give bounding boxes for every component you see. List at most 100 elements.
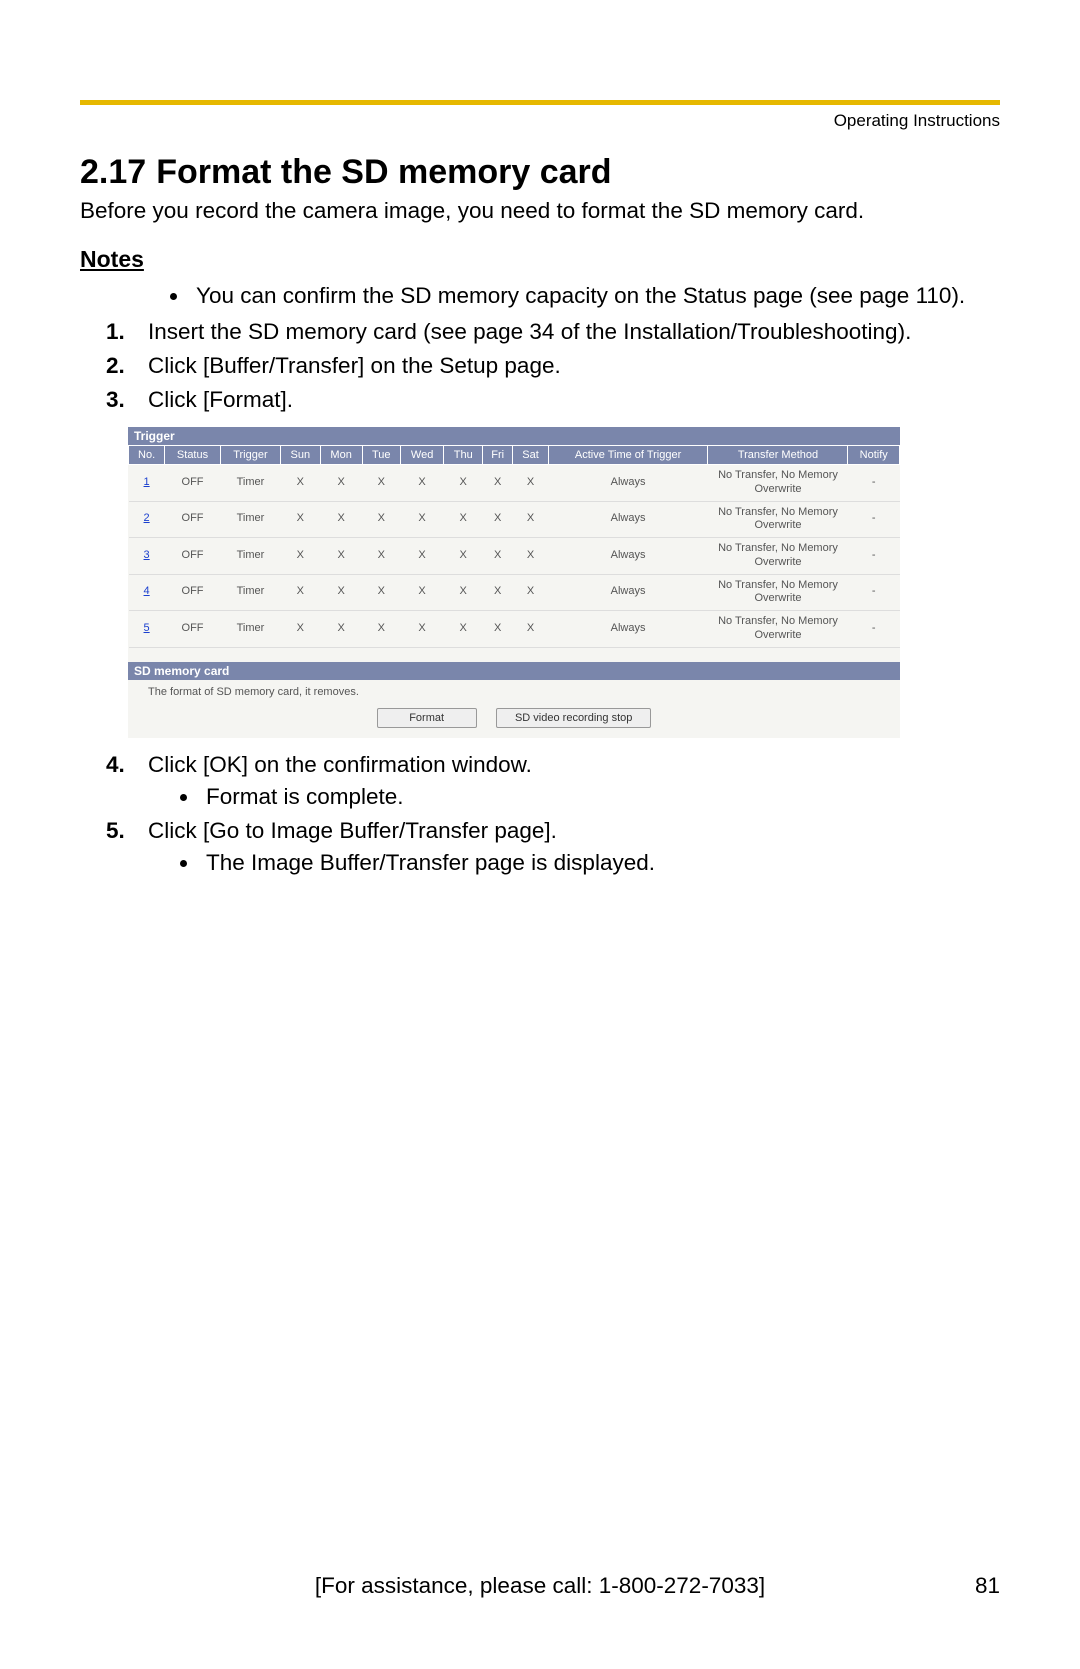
cell-status: OFF [165,465,221,502]
col-no: No. [129,446,165,465]
col-mon: Mon [320,446,362,465]
cell-day: X [513,574,548,611]
cell-status: OFF [165,538,221,575]
cell-day: X [483,611,513,648]
trigger-link[interactable]: 2 [144,512,150,524]
steps-list: Insert the SD memory card (see page 34 o… [80,319,1000,413]
cell-day: X [513,538,548,575]
col-trigger: Trigger [220,446,280,465]
cell-no: 2 [129,501,165,538]
cell-trigger: Timer [220,501,280,538]
cell-day: X [513,611,548,648]
cell-day: X [281,574,321,611]
steps-list-cont: Click [OK] on the confirmation window. F… [80,752,1000,876]
cell-day: X [400,501,444,538]
embedded-ui: Trigger No. Status Trigger Sun Mon Tue W… [128,427,900,738]
step-sub: The Image Buffer/Transfer page is displa… [200,850,1000,876]
cell-day: X [444,538,483,575]
cell-day: X [320,538,362,575]
step-text: Click [Format]. [148,387,293,412]
table-row: 4OFFTimerXXXXXXXAlwaysNo Transfer, No Me… [129,574,900,611]
cell-day: X [281,501,321,538]
cell-trigger: Timer [220,611,280,648]
cell-active: Always [548,574,708,611]
cell-active: Always [548,611,708,648]
cell-no: 3 [129,538,165,575]
trigger-link[interactable]: 1 [144,476,150,488]
cell-method: No Transfer, No Memory Overwrite [708,611,848,648]
cell-active: Always [548,501,708,538]
cell-active: Always [548,538,708,575]
step-text: Click [Buffer/Transfer] on the Setup pag… [148,353,561,378]
step-3: Click [Format]. [128,387,1000,413]
step-text: Click [OK] on the confirmation window. [148,752,532,777]
sd-panel-note: The format of SD memory card, it removes… [128,680,900,708]
section-heading: 2.17 Format the SD memory card [80,153,1000,192]
cell-trigger: Timer [220,574,280,611]
cell-day: X [444,611,483,648]
cell-method: No Transfer, No Memory Overwrite [708,465,848,502]
cell-method: No Transfer, No Memory Overwrite [708,574,848,611]
col-notify: Notify [848,446,900,465]
col-sun: Sun [281,446,321,465]
cell-notify: - [848,465,900,502]
cell-day: X [362,574,400,611]
intro-text: Before you record the camera image, you … [80,198,1000,224]
sd-panel-title: SD memory card [128,662,900,680]
cell-day: X [483,538,513,575]
cell-no: 5 [129,611,165,648]
col-method: Transfer Method [708,446,848,465]
col-sat: Sat [513,446,548,465]
step-1: Insert the SD memory card (see page 34 o… [128,319,1000,345]
trigger-link[interactable]: 4 [144,585,150,597]
trigger-link[interactable]: 3 [144,549,150,561]
table-row: 3OFFTimerXXXXXXXAlwaysNo Transfer, No Me… [129,538,900,575]
cell-notify: - [848,501,900,538]
step-5: Click [Go to Image Buffer/Transfer page]… [128,818,1000,876]
col-fri: Fri [483,446,513,465]
section-title: Format the SD memory card [156,153,611,191]
cell-day: X [444,574,483,611]
notes-list: You can confirm the SD memory capacity o… [80,283,1000,309]
col-wed: Wed [400,446,444,465]
trigger-panel-title: Trigger [128,427,900,445]
cell-trigger: Timer [220,465,280,502]
header-label: Operating Instructions [80,111,1000,131]
cell-day: X [362,538,400,575]
cell-notify: - [848,611,900,648]
cell-notify: - [848,538,900,575]
page-number: 81 [975,1573,1000,1599]
cell-day: X [281,538,321,575]
cell-day: X [513,501,548,538]
cell-day: X [362,611,400,648]
step-sub: Format is complete. [200,784,1000,810]
trigger-link[interactable]: 5 [144,622,150,634]
step-text: Insert the SD memory card (see page 34 o… [148,319,911,344]
col-tue: Tue [362,446,400,465]
step-2: Click [Buffer/Transfer] on the Setup pag… [128,353,1000,379]
cell-day: X [400,465,444,502]
cell-day: X [400,611,444,648]
table-row: 5OFFTimerXXXXXXXAlwaysNo Transfer, No Me… [129,611,900,648]
sd-stop-button[interactable]: SD video recording stop [496,708,651,728]
cell-active: Always [548,465,708,502]
table-row: 2OFFTimerXXXXXXXAlwaysNo Transfer, No Me… [129,501,900,538]
format-button[interactable]: Format [377,708,477,728]
cell-day: X [362,501,400,538]
cell-day: X [444,465,483,502]
cell-day: X [483,574,513,611]
cell-day: X [513,465,548,502]
cell-day: X [444,501,483,538]
notes-item: You can confirm the SD memory capacity o… [190,283,1000,309]
cell-no: 1 [129,465,165,502]
step-4: Click [OK] on the confirmation window. F… [128,752,1000,810]
cell-day: X [281,611,321,648]
cell-method: No Transfer, No Memory Overwrite [708,538,848,575]
section-number: 2.17 [80,153,146,192]
cell-day: X [483,465,513,502]
cell-status: OFF [165,501,221,538]
table-row: 1OFFTimerXXXXXXXAlwaysNo Transfer, No Me… [129,465,900,502]
col-active: Active Time of Trigger [548,446,708,465]
step-text: Click [Go to Image Buffer/Transfer page]… [148,818,557,843]
cell-day: X [483,501,513,538]
